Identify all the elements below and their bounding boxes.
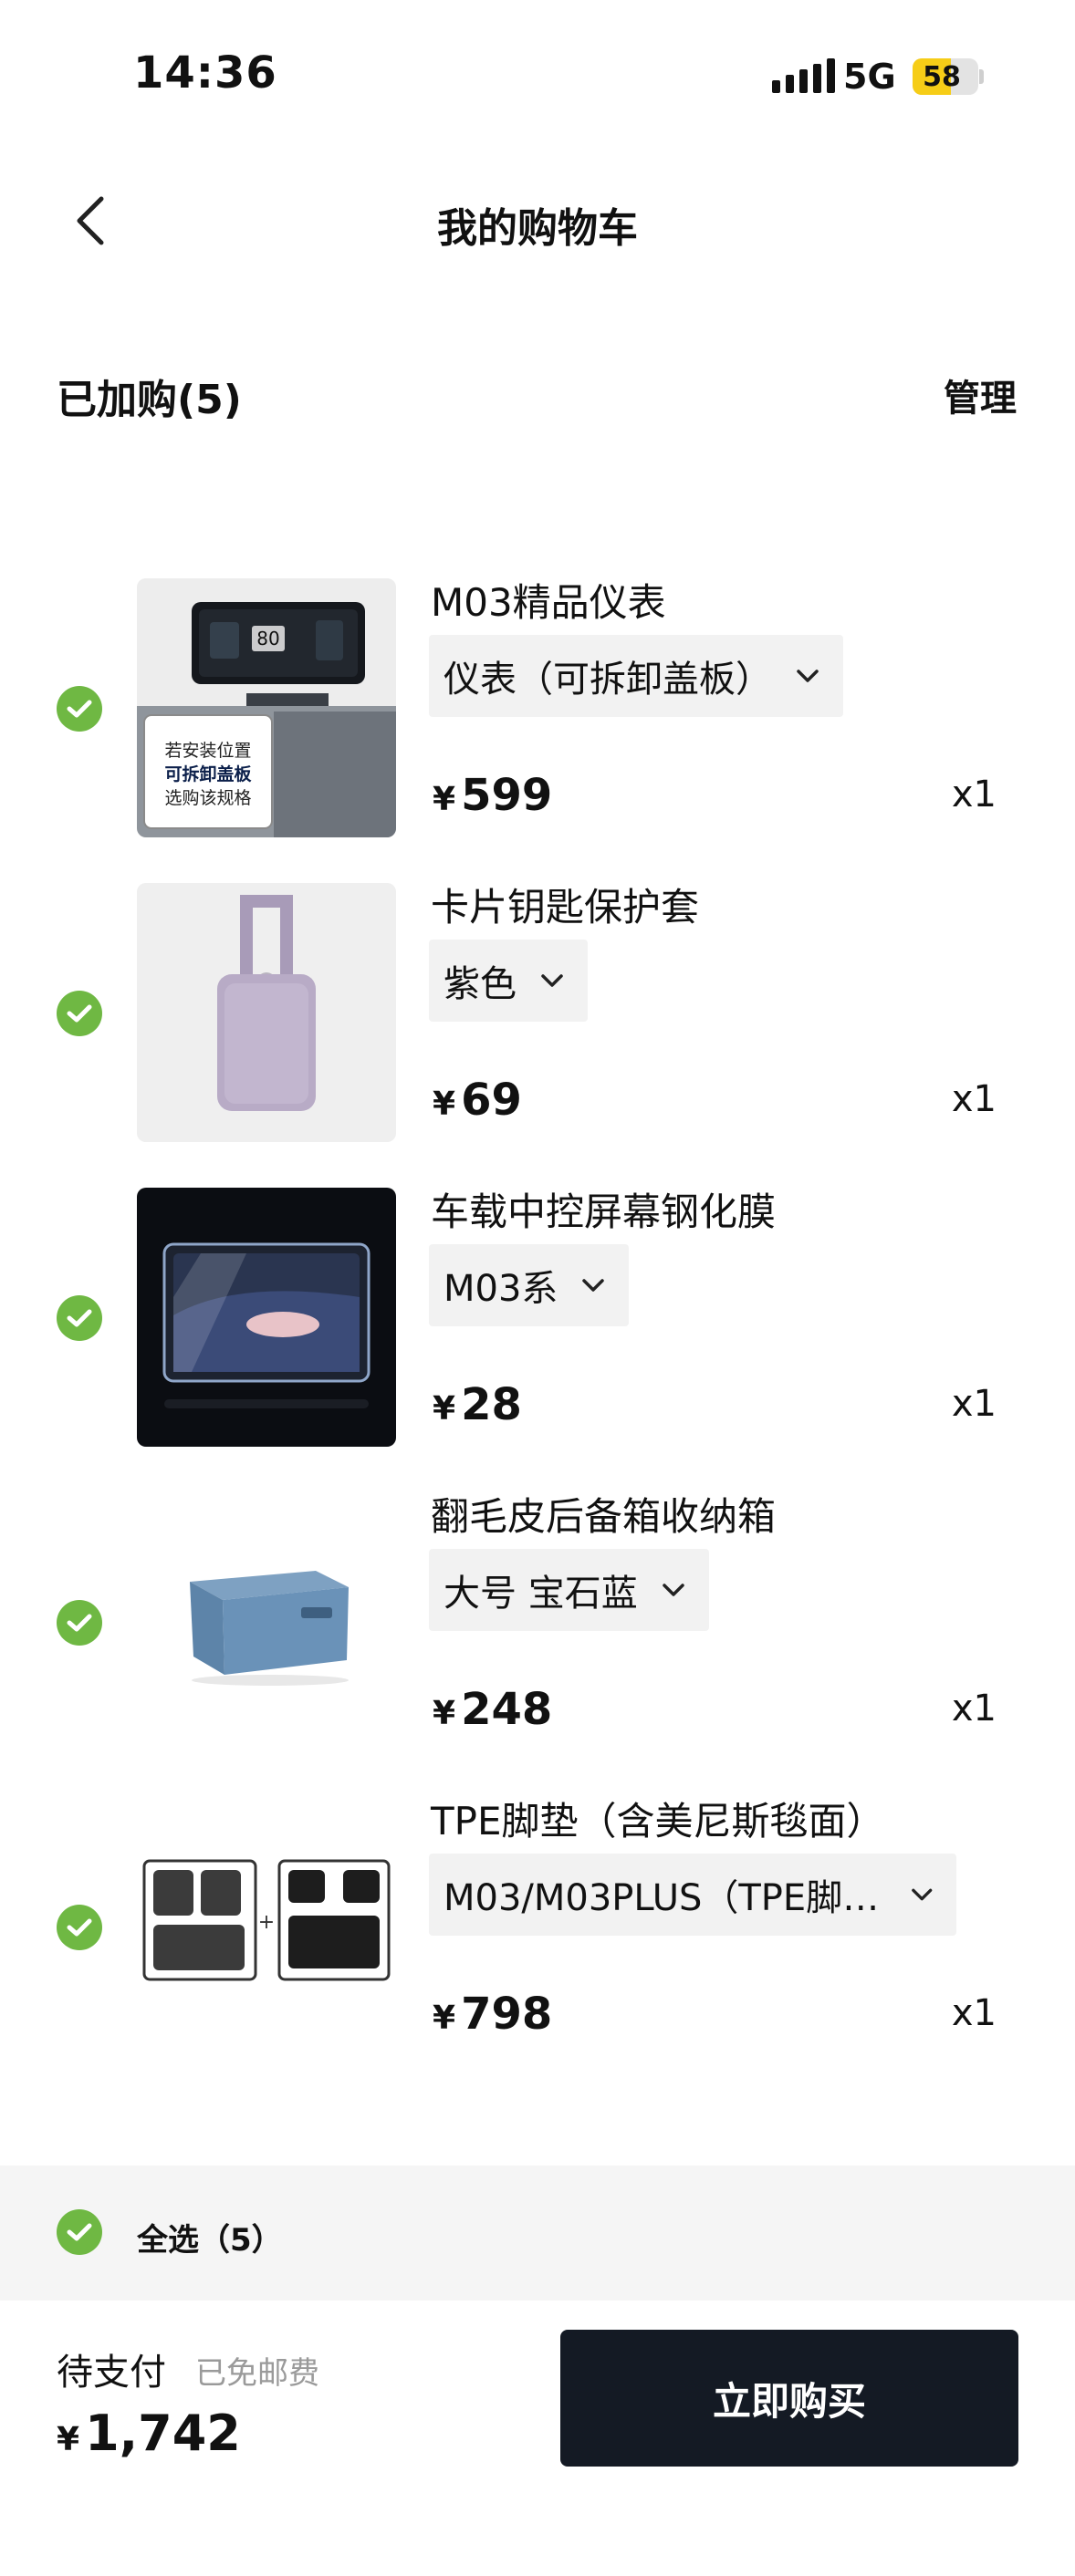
quantity[interactable]: x1 [952,1078,997,1120]
price-value: 798 [461,1989,553,2040]
product-name[interactable]: TPE脚垫（含美尼斯毯面） [431,1797,885,1846]
price-value: 69 [461,1075,522,1126]
buy-now-button[interactable]: 立即购买 [560,2330,1018,2467]
check-icon [67,2223,92,2241]
price-value: 599 [461,770,553,821]
chevron-down-icon [541,974,563,987]
cart-item: + TPE脚垫（含美尼斯毯面） M03/M03PLUS（TPE脚垫... ¥79… [0,1797,1075,2071]
screen-protector-image [137,1188,396,1447]
select-all-bar: 全选（5） [0,2166,1075,2301]
spec-value: M03/M03PLUS（TPE脚垫... [444,1877,887,1919]
product-name[interactable]: 卡片钥匙保护套 [431,883,699,932]
currency-symbol: ¥ [433,2000,456,2037]
spec-value: M03系 [444,1268,558,1310]
item-checkbox[interactable] [57,686,102,732]
check-icon [67,1004,92,1023]
total-amount: ¥1,742 [57,2405,241,2462]
item-checkbox[interactable] [57,1295,102,1341]
product-price: ¥69 [433,1075,522,1126]
signal-strength-icon [772,58,835,93]
quantity[interactable]: x1 [952,1688,997,1729]
caption-line-1: 若安装位置 [164,741,252,761]
product-price: ¥248 [433,1684,552,1735]
product-image-screen-protector[interactable] [137,1188,396,1447]
svg-text:+: + [258,1911,275,1934]
chevron-down-icon [582,1279,605,1292]
item-checkbox[interactable] [57,1905,102,1950]
chevron-down-icon [797,670,819,682]
image-caption: 若安装位置 可拆卸盖板 选购该规格 [150,739,266,810]
currency-symbol: ¥ [57,2421,80,2458]
spec-selector[interactable]: M03/M03PLUS（TPE脚垫... [429,1854,956,1936]
check-icon [67,700,92,718]
trunk-organizer-image [137,1492,396,1751]
check-icon [67,1614,92,1632]
floor-mats-image: + [137,1797,396,2056]
price-value: 248 [461,1684,553,1735]
chevron-down-icon [911,1888,932,1901]
product-image-dashboard[interactable]: 80 若安装位置 可拆卸盖板 选购该规格 [137,578,396,837]
caption-line-2: 可拆卸盖板 [164,764,252,784]
manage-button[interactable]: 管理 [944,369,1017,421]
currency-symbol: ¥ [433,1085,456,1123]
cart-item: 80 若安装位置 可拆卸盖板 选购该规格 M03精品仪表 仪表（可拆卸盖板） ¥… [0,578,1075,852]
cart-item: 翻毛皮后备箱收纳箱 大号 宝石蓝 ¥248 x1 [0,1492,1075,1766]
product-price: ¥599 [433,770,552,821]
pending-payment-label: 待支付 [57,2352,166,2394]
select-all-label[interactable]: 全选（5） [137,2215,283,2259]
quantity[interactable]: x1 [952,1992,997,2034]
product-name[interactable]: 车载中控屏幕钢化膜 [431,1188,776,1237]
home-indicator [0,2569,1075,2576]
item-checkbox[interactable] [57,991,102,1036]
currency-symbol: ¥ [433,1390,456,1428]
product-image-key-cover[interactable] [137,883,396,1142]
total-value: 1,742 [85,2405,241,2462]
caption-line-3: 选购该规格 [164,788,252,808]
cart-item: 车载中控屏幕钢化膜 M03系 ¥28 x1 [0,1188,1075,1461]
spec-selector[interactable]: M03系 [429,1244,630,1326]
product-price: ¥28 [433,1379,522,1430]
spec-selector[interactable]: 大号 宝石蓝 [429,1549,709,1631]
key-cover-image [137,883,396,1142]
currency-symbol: ¥ [433,1695,456,1732]
spec-selector[interactable]: 紫色 [429,940,588,1022]
chevron-down-icon [662,1584,684,1596]
cart-item: 卡片钥匙保护套 紫色 ¥69 x1 [0,883,1075,1157]
spec-value: 仪表（可拆卸盖板） [444,659,772,701]
spec-selector[interactable]: 仪表（可拆卸盖板） [429,635,843,717]
check-icon [67,1309,92,1327]
battery-icon: 58 [913,58,978,95]
spec-value: 紫色 [444,963,517,1005]
product-image-floor-mats[interactable]: + [137,1797,396,2056]
item-checkbox[interactable] [57,1600,102,1646]
quantity[interactable]: x1 [952,774,997,815]
select-all-checkbox[interactable] [57,2209,102,2255]
page-title: 我的购物车 [437,205,638,252]
product-price: ¥798 [433,1989,552,2040]
battery-level: 58 [923,60,961,93]
check-icon [67,1918,92,1937]
spec-value: 大号 宝石蓝 [444,1573,638,1615]
free-shipping-note: 已免邮费 [195,2355,319,2392]
product-name[interactable]: M03精品仪表 [431,578,666,628]
price-value: 28 [461,1379,522,1430]
network-type: 5G [843,57,896,97]
dashboard-screen-value: 80 [256,628,280,649]
product-image-trunk-organizer[interactable] [137,1492,396,1751]
cart-count-label: 已加购(5) [57,377,242,423]
status-time: 14:36 [133,47,277,99]
quantity[interactable]: x1 [952,1383,997,1425]
product-name[interactable]: 翻毛皮后备箱收纳箱 [431,1492,776,1542]
battery-tip [979,69,984,84]
currency-symbol: ¥ [433,781,456,818]
